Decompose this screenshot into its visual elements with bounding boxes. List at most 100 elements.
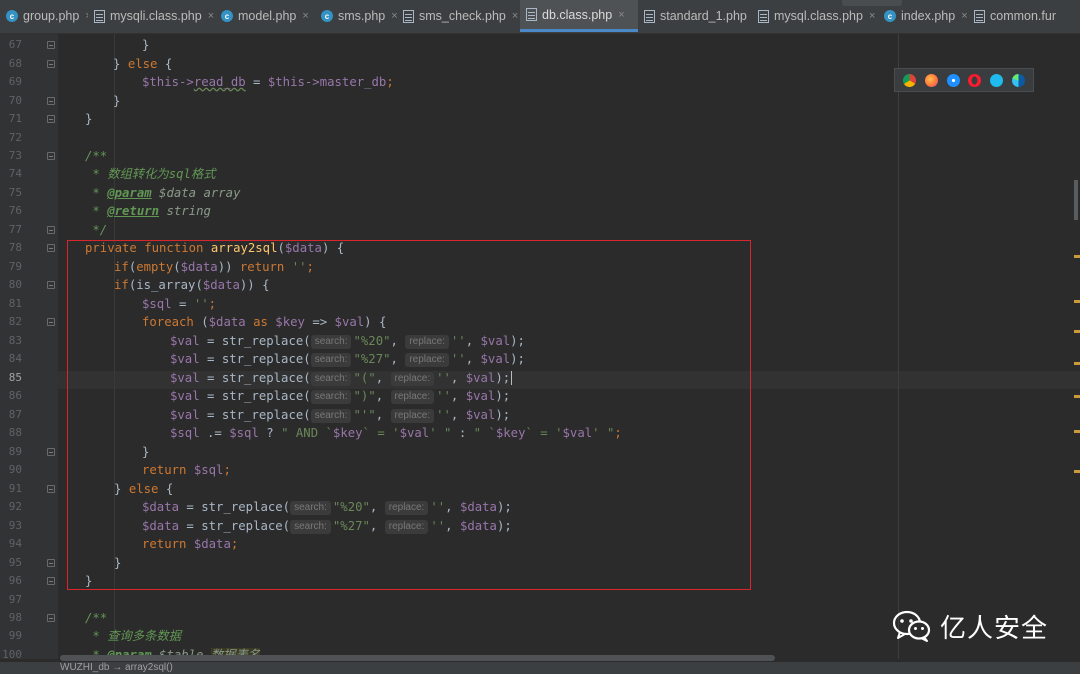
php-file-icon	[403, 9, 414, 23]
fold-marker-icon[interactable]	[47, 448, 55, 456]
tab-sms-php[interactable]: c sms.php ×	[315, 0, 397, 32]
line-number: 76	[8, 204, 22, 217]
tab-label: standard_1.php	[660, 9, 747, 23]
tab-common-fur[interactable]: common.fur	[968, 0, 1080, 32]
php-file-icon	[94, 9, 105, 23]
line-number: 68	[8, 57, 22, 70]
right-margin-guide	[898, 34, 899, 659]
fold-marker-icon[interactable]	[47, 97, 55, 105]
code-line-67: }	[142, 38, 150, 52]
line-number: 90	[8, 463, 22, 476]
fold-marker-icon[interactable]	[47, 244, 55, 252]
php-class-icon: c	[6, 10, 18, 22]
ie-icon[interactable]	[989, 73, 1003, 87]
line-number: 69	[8, 75, 22, 88]
fold-marker-icon[interactable]	[47, 60, 55, 68]
line-number: 95	[8, 556, 22, 569]
line-number: 77	[8, 223, 22, 236]
tab-db-class-php[interactable]: db.class.php ×	[520, 0, 638, 32]
warning-marker[interactable]	[1074, 330, 1080, 333]
tab-label: model.php	[238, 9, 297, 23]
chrome-icon[interactable]	[903, 73, 917, 87]
fold-marker-icon[interactable]	[47, 152, 55, 160]
code-line-75: * @param $data array	[85, 186, 241, 200]
fold-marker-icon[interactable]	[47, 577, 55, 585]
editor-tab-bar: cgroup.php×mysqli.class.php×cmodel.php×c…	[0, 0, 1080, 34]
line-number: 93	[8, 519, 22, 532]
close-icon[interactable]: ×	[618, 9, 624, 21]
horizontal-scrollbar[interactable]	[60, 655, 775, 661]
safari-icon[interactable]	[946, 73, 960, 87]
fold-marker-icon[interactable]	[47, 559, 55, 567]
close-icon[interactable]: ×	[961, 10, 967, 22]
firefox-icon[interactable]	[924, 73, 938, 87]
php-file-icon	[974, 9, 985, 23]
close-icon[interactable]: ×	[512, 10, 518, 22]
fold-marker-icon[interactable]	[47, 485, 55, 493]
line-number: 82	[8, 315, 22, 328]
tab-label: sms_check.php	[419, 9, 506, 23]
warning-marker[interactable]	[1074, 430, 1080, 433]
fold-marker-icon[interactable]	[47, 318, 55, 326]
vertical-scrollbar[interactable]	[1072, 34, 1080, 659]
tab-model-php[interactable]: c model.php ×	[215, 0, 315, 32]
close-icon[interactable]: ×	[208, 10, 214, 22]
close-icon[interactable]: ×	[869, 10, 875, 22]
warning-marker[interactable]	[1074, 255, 1080, 258]
line-number: 81	[8, 297, 22, 310]
tab-standard_1-php[interactable]: standard_1.php×	[638, 0, 752, 32]
line-number: 96	[8, 574, 22, 587]
tab-label: sms.php	[338, 9, 386, 23]
code-line-74: * 数组转化为sql格式	[85, 167, 216, 181]
line-number: 78	[8, 241, 22, 254]
php-class-icon: c	[221, 10, 233, 22]
code-line-77: */	[85, 223, 108, 237]
php-file-icon	[644, 9, 655, 23]
fold-marker-icon[interactable]	[47, 281, 55, 289]
tab-group-php[interactable]: cgroup.php×	[0, 0, 88, 32]
fold-marker-icon[interactable]	[47, 115, 55, 123]
line-number: 94	[8, 537, 22, 550]
line-number: 87	[8, 408, 22, 421]
edge-icon[interactable]	[1011, 73, 1025, 87]
code-line-76: * @return string	[85, 204, 211, 218]
warning-marker[interactable]	[1074, 362, 1080, 365]
line-number: 80	[8, 278, 22, 291]
fold-marker-icon[interactable]	[47, 226, 55, 234]
breadcrumb[interactable]: WUZHI_db → array2sql()	[60, 662, 173, 673]
warning-marker[interactable]	[1074, 300, 1080, 303]
line-number: 71	[8, 112, 22, 125]
line-number: 88	[8, 426, 22, 439]
scroll-thumb[interactable]	[1074, 180, 1078, 220]
tab-label: db.class.php	[542, 7, 613, 22]
line-number: 70	[8, 94, 22, 107]
php-file-icon	[758, 9, 769, 23]
line-number: 79	[8, 260, 22, 273]
line-number: 74	[8, 167, 22, 180]
line-number: 72	[8, 131, 22, 144]
tab-mysqli-class-php[interactable]: mysqli.class.php ×	[88, 0, 215, 32]
run-config-selector[interactable]	[842, 0, 902, 6]
line-number-gutter: 67 68 69 70 71 72 73 74 75 76 77 78 79 80 81 82 83 84 85 86…	[0, 34, 58, 661]
line-number: 67	[8, 38, 22, 51]
line-number: 85	[8, 371, 22, 384]
fold-marker-icon[interactable]	[47, 614, 55, 622]
php-file-icon	[526, 8, 537, 21]
line-number: 73	[8, 149, 22, 162]
line-number: 97	[8, 593, 22, 606]
highlight-box	[67, 240, 751, 590]
tab-label: group.php	[23, 9, 80, 23]
code-line-69: $this->read_db = $this->master_db;	[142, 75, 394, 89]
browser-preview-toolbar	[894, 68, 1034, 92]
code-line-68: } else {	[113, 57, 173, 71]
warning-marker[interactable]	[1074, 395, 1080, 398]
warning-marker[interactable]	[1074, 470, 1080, 473]
fold-marker-icon[interactable]	[47, 41, 55, 49]
opera-icon[interactable]	[968, 73, 982, 87]
line-number: 83	[8, 334, 22, 347]
tab-sms_check-php[interactable]: sms_check.php ×	[397, 0, 520, 32]
close-icon[interactable]: ×	[302, 10, 308, 22]
line-number: 92	[8, 500, 22, 513]
code-line-73: /**	[85, 149, 108, 163]
line-number: 89	[8, 445, 22, 458]
